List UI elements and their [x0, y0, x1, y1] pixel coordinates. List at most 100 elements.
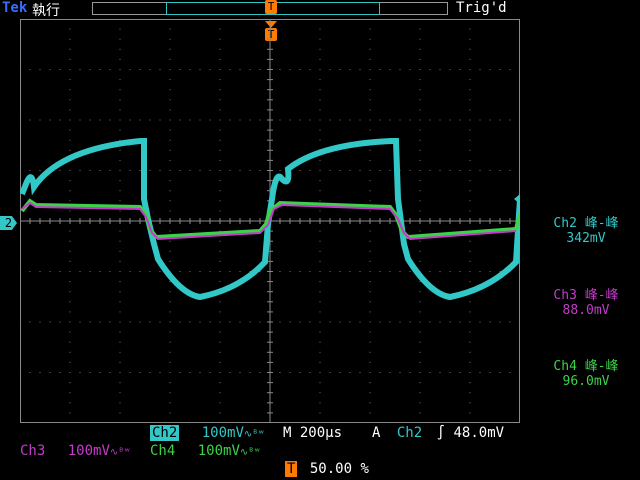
grid-dot — [319, 69, 321, 70]
grid-dot — [199, 321, 201, 323]
grid-dot — [419, 260, 421, 262]
grid-dot — [219, 159, 221, 161]
grid-dot — [79, 372, 81, 373]
grid-dot — [319, 79, 321, 81]
grid-dot — [109, 271, 111, 272]
grid-dot — [219, 109, 221, 111]
grid-dot — [319, 48, 321, 50]
grid-dot — [169, 149, 171, 151]
grid-dot — [39, 119, 41, 121]
grid-dot — [279, 119, 281, 121]
grid-dot — [119, 159, 121, 161]
grid-dot — [319, 281, 321, 283]
grid-dot — [169, 291, 171, 293]
grid-dot — [119, 79, 121, 81]
grid-dot — [69, 200, 71, 202]
grid-dot — [169, 79, 171, 81]
grid-dot — [209, 271, 211, 272]
grid-dot — [259, 321, 261, 323]
grid-dot — [409, 170, 411, 171]
grid-dot — [89, 69, 91, 70]
grid-dot — [69, 402, 71, 404]
grid-dot — [479, 271, 481, 272]
grid-dot — [119, 109, 121, 111]
grid-dot — [419, 321, 421, 323]
grid-dot — [449, 372, 451, 373]
grid-dot — [299, 69, 301, 70]
grid-dot — [399, 271, 401, 272]
grid-dot — [20, 372, 21, 373]
grid-dot — [109, 321, 111, 323]
ch2-ground-marker[interactable]: 2 — [0, 216, 17, 230]
measurement-value: 96.0mV — [562, 374, 610, 389]
grid-dot — [159, 271, 161, 272]
grid-dot — [499, 170, 501, 171]
grid-dot — [509, 372, 511, 373]
grid-dot — [469, 89, 471, 91]
grid-dot — [319, 250, 321, 252]
grid-dot — [209, 119, 211, 121]
grid-dot — [369, 89, 371, 91]
ch3-readout[interactable]: Ch3 100mV∿ᴮʷ — [20, 443, 130, 459]
grid-dot — [69, 109, 71, 111]
grid-dot — [179, 119, 181, 121]
grid-dot — [279, 170, 281, 171]
grid-dot — [49, 69, 51, 70]
grid-dot — [109, 119, 111, 121]
grid-dot — [169, 361, 171, 363]
grid-dot — [299, 372, 301, 373]
grid-dot — [169, 99, 171, 101]
grid-dot — [119, 58, 121, 60]
grid-dot — [89, 119, 91, 121]
grid-dot — [419, 372, 421, 373]
trigger-readout[interactable]: A Ch2 ∫ 48.0mV — [372, 425, 504, 441]
grid-dot — [339, 271, 341, 272]
grid-dot — [119, 372, 121, 373]
grid-dot — [319, 28, 321, 30]
grid-dot — [209, 372, 211, 373]
grid-dot — [329, 119, 331, 121]
ch2-readout[interactable]: Ch2 100mV∿ᴮʷ — [150, 425, 264, 441]
grid-dot — [399, 69, 401, 70]
grid-dot — [229, 271, 231, 272]
grid-dot — [439, 69, 441, 70]
ch4-readout[interactable]: Ch4 100mV∿ᴮʷ — [150, 443, 260, 459]
grid-dot — [119, 382, 121, 384]
grid-dot — [469, 210, 471, 212]
timebase-readout[interactable]: M 200μs — [283, 425, 342, 441]
grid-dot — [149, 69, 151, 70]
grid-dot — [319, 129, 321, 131]
grid-dot — [419, 180, 421, 182]
horizontal-position-readout[interactable]: T 50.00 % — [285, 461, 369, 477]
grid-dot — [69, 38, 71, 40]
grid-dot — [439, 372, 441, 373]
grid-dot — [369, 281, 371, 283]
grid-dot — [479, 170, 481, 171]
grid-dot — [69, 69, 71, 70]
grid-dot — [449, 119, 451, 121]
grid-dot — [169, 301, 171, 303]
grid-dot — [469, 180, 471, 182]
grid-dot — [39, 271, 41, 272]
ch3-label: Ch3 — [20, 443, 46, 459]
grid-dot — [159, 372, 161, 373]
grid-dot — [409, 69, 411, 70]
grid-dot — [489, 271, 491, 272]
grid-dot — [419, 58, 421, 60]
grid-dot — [469, 351, 471, 353]
grid-dot — [229, 170, 231, 171]
measurement-ch2: Ch2 峰-峰 342mV — [538, 212, 634, 246]
grid-dot — [109, 372, 111, 373]
grid-dot — [119, 331, 121, 333]
grid-dot — [169, 129, 171, 131]
grid-dot — [219, 180, 221, 182]
grid-dot — [139, 170, 141, 171]
grid-dot — [469, 190, 471, 192]
grid-dot — [419, 170, 421, 171]
grid-dot — [369, 79, 371, 81]
grid-dot — [69, 392, 71, 394]
grid-dot — [379, 372, 381, 373]
grid-dot — [69, 48, 71, 50]
trigger-position-top-icon[interactable]: T — [265, 0, 277, 14]
grid-dot — [169, 19, 171, 20]
